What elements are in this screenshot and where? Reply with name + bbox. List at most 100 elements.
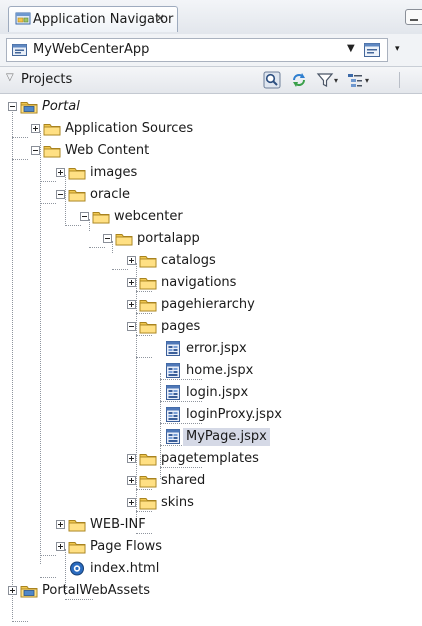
expand-icon[interactable] xyxy=(56,520,65,529)
tree-node[interactable]: skins xyxy=(0,492,422,514)
tree-node[interactable]: home.jspx xyxy=(0,360,422,382)
expand-icon[interactable] xyxy=(127,278,136,287)
tree-node-label: pagehierarchy xyxy=(161,297,255,312)
expand-icon[interactable] xyxy=(127,476,136,485)
view-options-icon[interactable] xyxy=(346,71,364,89)
toolbar-separator xyxy=(399,72,400,88)
expand-icon[interactable] xyxy=(56,168,65,177)
tree-node[interactable]: Application Sources xyxy=(0,118,422,140)
folder-icon xyxy=(139,300,157,312)
expand-icon[interactable] xyxy=(56,542,65,551)
expand-icon[interactable] xyxy=(8,586,17,595)
tree-node[interactable]: pagetemplates xyxy=(0,448,422,470)
folder-icon xyxy=(139,476,157,488)
folder-icon xyxy=(68,168,86,180)
refresh-icon[interactable] xyxy=(290,71,308,89)
jspx-file-icon xyxy=(166,341,180,356)
folder-icon xyxy=(68,520,86,532)
expand-icon[interactable] xyxy=(31,124,40,133)
tree-node-label: loginProxy.jspx xyxy=(186,407,282,422)
project-icon xyxy=(20,586,38,598)
minimize-button[interactable] xyxy=(405,9,422,25)
jspx-file-icon xyxy=(166,385,180,400)
jspx-file-icon xyxy=(166,407,180,422)
tree-node[interactable]: Portal xyxy=(0,96,422,118)
jspx-file-icon xyxy=(166,429,180,444)
collapse-icon[interactable] xyxy=(127,322,136,331)
tab-application-navigator[interactable]: Application Navigator × xyxy=(8,6,178,32)
tree-node[interactable]: pages xyxy=(0,316,422,338)
tab-title: Application Navigator xyxy=(33,12,174,27)
jspx-file-icon xyxy=(166,363,180,378)
expand-icon[interactable] xyxy=(127,256,136,265)
tree-node[interactable]: error.jspx xyxy=(0,338,422,360)
chevron-down-icon[interactable]: ▼ xyxy=(347,43,355,54)
filter-caret-icon[interactable]: ▾ xyxy=(334,76,338,85)
collapse-icon[interactable] xyxy=(8,102,17,111)
tree-node-label: webcenter xyxy=(114,209,183,224)
application-icon xyxy=(12,44,27,56)
tree-node[interactable]: oracle xyxy=(0,184,422,206)
tree-node[interactable]: catalogs xyxy=(0,250,422,272)
tree-node[interactable]: Page Flows xyxy=(0,536,422,558)
filter-icon[interactable] xyxy=(316,71,334,89)
application-menu-icon[interactable] xyxy=(363,41,381,59)
folder-icon xyxy=(115,234,133,246)
tree-node-label: skins xyxy=(161,495,194,510)
folder-icon xyxy=(68,190,86,202)
collapse-icon[interactable] xyxy=(31,146,40,155)
tree-node[interactable]: navigations xyxy=(0,272,422,294)
tree-node[interactable]: login.jspx xyxy=(0,382,422,404)
projects-header: ▽ Projects ▾ ▾ xyxy=(0,67,422,94)
search-icon[interactable] xyxy=(263,71,281,89)
tree-node[interactable]: index.html xyxy=(0,558,422,580)
folder-icon xyxy=(92,212,110,224)
folder-icon xyxy=(139,454,157,466)
tree-node-label: pages xyxy=(161,319,201,334)
folder-icon xyxy=(139,256,157,268)
tree-node-label: Page Flows xyxy=(90,539,163,554)
application-navigator-icon xyxy=(15,12,31,25)
application-menu-caret-icon[interactable]: ▾ xyxy=(395,44,400,54)
tree-node[interactable]: PortalWebAssets xyxy=(0,580,422,602)
tree-node-label: navigations xyxy=(161,275,237,290)
tree-node-label: Web Content xyxy=(65,143,150,158)
application-selector-row: MyWebCenterApp ▼ ▾ xyxy=(0,34,422,67)
tree-node-label: error.jspx xyxy=(186,341,247,356)
folder-icon xyxy=(139,498,157,510)
expand-icon[interactable] xyxy=(127,300,136,309)
expand-icon[interactable] xyxy=(127,454,136,463)
application-selector[interactable]: MyWebCenterApp ▼ xyxy=(6,38,388,62)
tab-close-icon[interactable]: × xyxy=(155,11,165,25)
tree-node[interactable]: webcenter xyxy=(0,206,422,228)
collapse-icon[interactable] xyxy=(103,234,112,243)
tree-node-label: MyPage.jspx xyxy=(183,428,270,446)
tree-node-label: login.jspx xyxy=(186,385,249,400)
collapse-icon[interactable] xyxy=(56,190,65,199)
tree-node[interactable]: WEB-INF xyxy=(0,514,422,536)
tree-node[interactable]: loginProxy.jspx xyxy=(0,404,422,426)
expand-icon[interactable] xyxy=(127,498,136,507)
tree-node[interactable]: portalapp xyxy=(0,228,422,250)
view-options-caret-icon[interactable]: ▾ xyxy=(365,76,369,85)
collapse-projects-icon[interactable]: ▽ xyxy=(6,72,14,83)
tree-node-label: home.jspx xyxy=(186,363,254,378)
application-name: MyWebCenterApp xyxy=(33,42,150,57)
tree-node[interactable]: images xyxy=(0,162,422,184)
tree-node[interactable]: MyPage.jspx xyxy=(0,426,422,448)
tree-node[interactable]: shared xyxy=(0,470,422,492)
collapse-icon[interactable] xyxy=(80,212,89,221)
tree-node-label: images xyxy=(90,165,138,180)
folder-icon xyxy=(68,542,86,554)
folder-icon xyxy=(139,322,157,334)
projects-label: Projects xyxy=(21,72,73,87)
tree-node[interactable]: pagehierarchy xyxy=(0,294,422,316)
tree-node[interactable]: Web Content xyxy=(0,140,422,162)
project-tree: Portal Application Sources Web Content imag… xyxy=(0,94,422,626)
tree-node-label: portalapp xyxy=(137,231,200,246)
tree-node-label: shared xyxy=(161,473,206,488)
tree-node-label: index.html xyxy=(90,561,160,576)
tab-strip: Application Navigator × xyxy=(0,0,422,35)
tree-node-label: Portal xyxy=(42,99,80,114)
tree-node-label: catalogs xyxy=(161,253,216,268)
